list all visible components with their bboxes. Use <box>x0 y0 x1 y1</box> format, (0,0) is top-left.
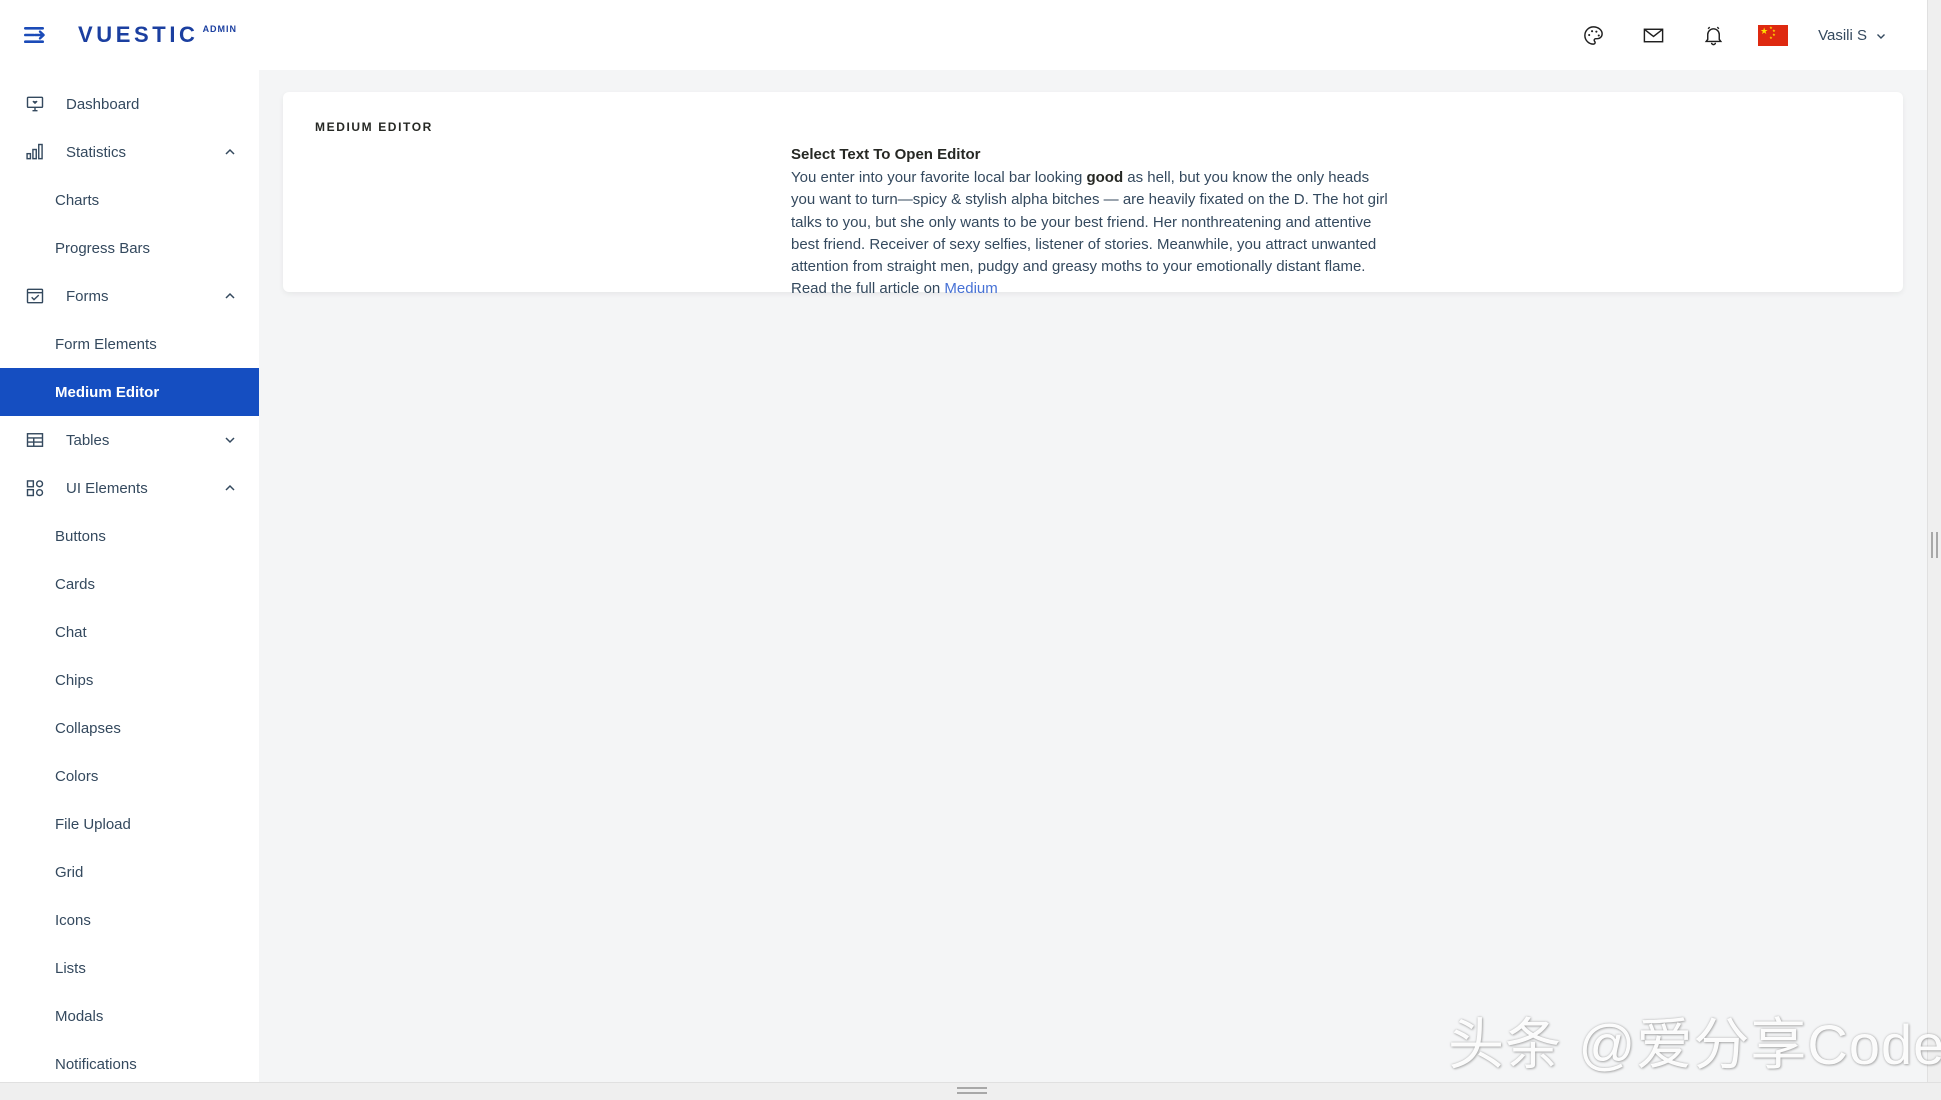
user-name-label: Vasili S <box>1818 26 1867 44</box>
sidebar-item-colors[interactable]: Colors <box>0 752 259 800</box>
mail-icon[interactable] <box>1638 20 1668 50</box>
vertical-resize-handle[interactable] <box>1927 530 1941 560</box>
sidebar-item-buttons[interactable]: Buttons <box>0 512 259 560</box>
china-flag-icon[interactable]: ★ ★ ★ ★ ★ <box>1758 24 1789 46</box>
sidebar-item-label: Icons <box>55 911 91 929</box>
sidebar-item-label: Colors <box>55 767 99 785</box>
main-content: MEDIUM EDITOR Select Text To Open Editor… <box>259 70 1927 1082</box>
medium-editor-content[interactable]: Select Text To Open Editor You enter int… <box>791 144 1391 300</box>
sidebar-item-label: Chips <box>55 671 94 689</box>
sidebar-item-label: Buttons <box>55 527 106 545</box>
chevron-up-icon <box>223 289 237 303</box>
sidebar-item-cards[interactable]: Cards <box>0 560 259 608</box>
sidebar-item-icons[interactable]: Icons <box>0 896 259 944</box>
sidebar-item-chat[interactable]: Chat <box>0 608 259 656</box>
sidebar-item-grid[interactable]: Grid <box>0 848 259 896</box>
sidebar-item-modals[interactable]: Modals <box>0 992 259 1040</box>
sidebar-item-label: Charts <box>55 191 100 209</box>
editor-heading: Select Text To Open Editor <box>791 146 981 163</box>
medium-link[interactable]: Medium <box>944 280 997 297</box>
user-menu[interactable]: Vasili S <box>1818 27 1887 44</box>
sidebar-item-label: Chat <box>55 623 87 641</box>
brand-logo[interactable]: VUESTIC ADMIN <box>78 22 237 48</box>
sidebar-item-label: Tables <box>66 431 110 449</box>
sidebar-item-label: Collapses <box>55 719 121 737</box>
sidebar-item-forms[interactable]: Forms <box>0 272 259 320</box>
chevron-up-icon <box>223 145 237 159</box>
brand-subtitle: ADMIN <box>202 24 238 34</box>
sidebar-item-statistics[interactable]: Statistics <box>0 128 259 176</box>
sidebar-item-label: Medium Editor <box>55 383 160 401</box>
sidebar-item-progress-bars[interactable]: Progress Bars <box>0 224 259 272</box>
sidebar-item-label: UI Elements <box>66 479 148 497</box>
sidebar-item-label: Progress Bars <box>55 239 151 257</box>
sidebar-item-label: Dashboard <box>66 95 140 113</box>
hamburger-arrow-icon[interactable] <box>18 17 54 53</box>
sidebar-item-charts[interactable]: Charts <box>0 176 259 224</box>
sidebar-item-form-elements[interactable]: Form Elements <box>0 320 259 368</box>
sidebar-item-chips[interactable]: Chips <box>0 656 259 704</box>
bar-chart-icon <box>24 141 46 163</box>
bell-icon[interactable] <box>1698 20 1728 50</box>
editor-paragraph-2: Read the full article on Medium <box>791 278 1391 300</box>
header-actions: ★ ★ ★ ★ ★ Vasili S <box>1578 20 1927 50</box>
sidebar-item-notifications[interactable]: Notifications <box>0 1040 259 1082</box>
page-title: MEDIUM EDITOR <box>315 120 433 134</box>
sidebar-item-label: Notifications <box>55 1055 137 1073</box>
sidebar-item-label: Forms <box>66 287 109 305</box>
chevron-down-icon <box>223 433 237 447</box>
sidebar-item-ui-elements[interactable]: UI Elements <box>0 464 259 512</box>
sidebar-item-file-upload[interactable]: File Upload <box>0 800 259 848</box>
sidebar-item-label: Statistics <box>66 143 127 161</box>
sidebar-nav: Dashboard Statistics Charts Progress Bar… <box>0 70 259 1082</box>
editor-paragraph-1: You enter into your favorite local bar l… <box>791 167 1391 278</box>
sidebar-item-label: Cards <box>55 575 96 593</box>
form-check-icon <box>24 285 46 307</box>
brand-name: VUESTIC <box>78 22 199 47</box>
sidebar-item-medium-editor[interactable]: Medium Editor <box>0 368 259 416</box>
chevron-down-icon <box>1875 29 1887 41</box>
app-header: VUESTIC ADMIN ★ ★ ★ ★ ★ Vasili S <box>0 0 1927 70</box>
horizontal-resize-handle[interactable] <box>957 1085 987 1096</box>
editor-bold-word: good <box>1086 169 1124 187</box>
sidebar-item-label: Form Elements <box>55 335 157 353</box>
palette-icon[interactable] <box>1578 20 1608 50</box>
sidebar-item-label: Modals <box>55 1007 104 1025</box>
medium-editor-card: MEDIUM EDITOR Select Text To Open Editor… <box>283 92 1903 297</box>
table-grid-icon <box>24 429 46 451</box>
sidebar-item-label: Grid <box>55 863 84 881</box>
sidebar-item-tables[interactable]: Tables <box>0 416 259 464</box>
ui-elements-icon <box>24 477 46 499</box>
sidebar-item-collapses[interactable]: Collapses <box>0 704 259 752</box>
sidebar-item-label: File Upload <box>55 815 131 833</box>
sidebar-item-lists[interactable]: Lists <box>0 944 259 992</box>
editor-read-more-prefix: Read the full article on <box>791 280 945 298</box>
app-root: VUESTIC ADMIN ★ ★ ★ ★ ★ Vasili S Dashboa… <box>0 0 1941 1100</box>
chevron-up-icon <box>223 481 237 495</box>
monitor-icon <box>24 93 46 115</box>
sidebar-item-dashboard[interactable]: Dashboard <box>0 80 259 128</box>
editor-text-a: You enter into your favorite local bar l… <box>791 169 1087 187</box>
sidebar-item-label: Lists <box>55 959 86 977</box>
